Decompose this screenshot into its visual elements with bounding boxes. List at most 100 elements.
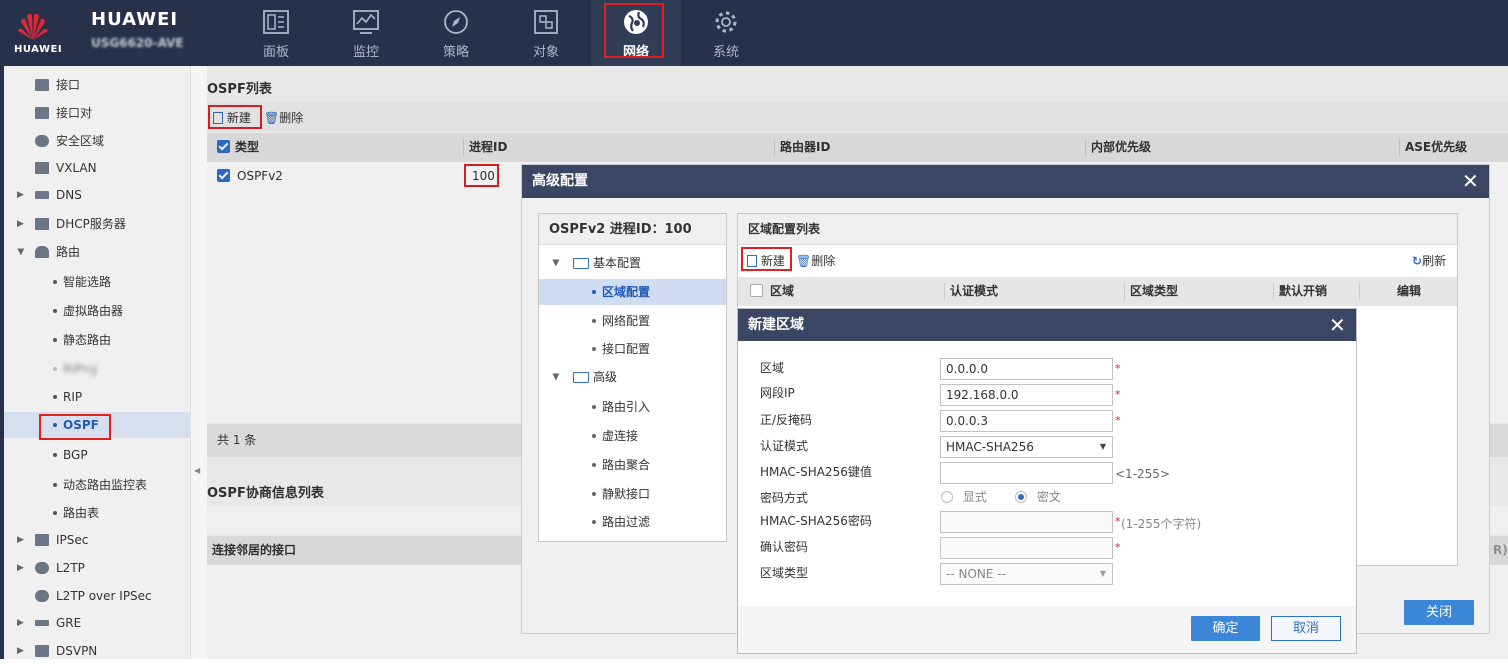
cancel-button[interactable]: 取消 xyxy=(1271,616,1341,641)
sidebar-item-static-route[interactable]: 静态路由 xyxy=(4,327,190,353)
bullet xyxy=(53,280,57,284)
highlight-box xyxy=(604,3,664,58)
sidebar-item-label: BGP xyxy=(63,448,88,462)
password-input[interactable] xyxy=(940,511,1113,533)
sidebar-item-rip[interactable]: RIP xyxy=(4,384,190,410)
tree-node-route-filter[interactable]: 路由过滤 xyxy=(539,509,726,535)
sidebar-item-dhcp[interactable]: ▶ DHCP服务器 xyxy=(4,211,190,237)
ok-button[interactable]: 确定 xyxy=(1191,616,1260,641)
key-id-input[interactable] xyxy=(940,462,1113,484)
expand-arrow-icon[interactable]: ▶ xyxy=(17,555,24,581)
sidebar-item-ripng[interactable]: RIPng xyxy=(4,356,190,382)
sidebar-item-vxlan[interactable]: VXLAN xyxy=(4,155,190,181)
close-icon[interactable]: ✕ xyxy=(1462,165,1479,198)
sidebar-item-label: GRE xyxy=(56,616,82,630)
nav-system[interactable]: 系统 xyxy=(681,0,771,66)
sidebar-item-routing-table[interactable]: 路由表 xyxy=(4,500,190,526)
close-button[interactable]: 关闭 xyxy=(1404,600,1474,625)
bullet xyxy=(592,463,596,467)
new-area-dialog: 新建区域 ✕ 区域 0.0.0.0 * 网段IP 192.168.0.0 * 正… xyxy=(737,308,1357,654)
area-type-select[interactable]: -- NONE -- ▼ xyxy=(940,563,1113,585)
nav-label: 策略 xyxy=(442,45,469,60)
bullet xyxy=(53,367,57,371)
nav-monitor[interactable]: 监控 xyxy=(321,0,411,66)
refresh-label: 刷新 xyxy=(1422,254,1447,268)
tree-node-label: 区域配置 xyxy=(602,285,651,299)
tree-node-route-import[interactable]: 路由引入 xyxy=(539,394,726,420)
select-all-checkbox[interactable] xyxy=(750,277,763,306)
auth-mode-select[interactable]: HMAC-SHA256 ▼ xyxy=(940,436,1113,458)
area-table-header: 区域 认证模式 区域类型 默认开销 编辑 xyxy=(738,277,1457,306)
network-ip-label: 网段IP xyxy=(760,386,795,400)
gear-icon xyxy=(715,11,737,33)
collapse-left-icon[interactable]: ◀ xyxy=(194,466,200,475)
area-delete-button[interactable]: 🗑删除 xyxy=(796,252,835,269)
sidebar-item-interface-pair[interactable]: 接口对 xyxy=(4,100,190,126)
brand-name: HUAWEI xyxy=(91,9,179,30)
trash-icon: 🗑 xyxy=(796,254,812,268)
dialog-title: 新建区域 xyxy=(748,317,804,333)
column-edit: 编辑 xyxy=(1397,284,1422,298)
tree-node-label: 网络配置 xyxy=(602,314,651,328)
sidebar-item-l2tp-over-ipsec[interactable]: L2TP over IPSec xyxy=(4,583,190,609)
sidebar-collapse-handle[interactable]: ◀ xyxy=(190,66,207,659)
area-input[interactable]: 0.0.0.0 xyxy=(940,358,1113,380)
mask-input[interactable]: 0.0.0.3 xyxy=(940,410,1113,432)
password-label: HMAC-SHA256密码 xyxy=(760,514,872,528)
sidebar-item-routing[interactable]: ▶ 路由 xyxy=(4,239,190,265)
sidebar-item-bgp[interactable]: BGP xyxy=(4,442,190,468)
sidebar-item-security-zone[interactable]: 安全区域 xyxy=(4,128,190,154)
sidebar-item-ipsec[interactable]: ▶ IPSec xyxy=(4,527,190,553)
tree-node-network-config[interactable]: 网络配置 xyxy=(539,308,726,334)
sidebar-item-dns[interactable]: ▶ DNS xyxy=(4,182,190,208)
security-zone-icon xyxy=(35,135,49,147)
network-ip-input[interactable]: 192.168.0.0 xyxy=(940,384,1113,406)
tree-node-area-config[interactable]: 区域配置 xyxy=(539,279,726,305)
tree-node-silent-interface[interactable]: 静默接口 xyxy=(539,481,726,507)
password-mode-cipher-radio[interactable]: 密文 xyxy=(1015,488,1061,505)
nav-dashboard[interactable]: 面板 xyxy=(231,0,321,66)
expand-arrow-icon[interactable]: ▶ xyxy=(17,182,24,208)
sidebar-item-dsvpn[interactable]: ▶ DSVPN xyxy=(4,638,190,664)
tree-node-route-aggregation[interactable]: 路由聚合 xyxy=(539,452,726,478)
sidebar-item-gre[interactable]: ▶ GRE xyxy=(4,610,190,636)
confirm-password-input[interactable] xyxy=(940,537,1113,559)
sidebar-item-l2tp[interactable]: ▶ L2TP xyxy=(4,555,190,581)
delete-label: 删除 xyxy=(811,254,836,268)
bullet xyxy=(592,434,596,438)
tree-folder-advanced[interactable]: ▶ 高级 xyxy=(539,364,726,390)
dsvpn-icon xyxy=(35,645,49,657)
auth-mode-label: 认证模式 xyxy=(760,439,809,453)
tree-node-virtual-link[interactable]: 虚连接 xyxy=(539,423,726,449)
sidebar-item-label: VXLAN xyxy=(56,161,97,175)
collapse-arrow-icon[interactable]: ▶ xyxy=(542,374,568,381)
col-divider xyxy=(1124,283,1125,300)
expand-arrow-icon[interactable]: ▶ xyxy=(17,211,24,237)
collapse-arrow-icon[interactable]: ▶ xyxy=(7,249,33,256)
sidebar-item-interface[interactable]: 接口 xyxy=(4,72,190,98)
config-tree-panel: OSPFv2 进程ID：100 ▶ 基本配置 区域配置 网络配置 接口配置 ▶ … xyxy=(538,213,727,542)
col-divider xyxy=(1273,283,1274,300)
dialog-title: 高级配置 xyxy=(532,173,588,189)
tree-node-interface-config[interactable]: 接口配置 xyxy=(539,336,726,362)
column-area: 区域 xyxy=(770,284,795,298)
collapse-arrow-icon[interactable]: ▶ xyxy=(542,260,568,267)
sidebar-item-dynamic-route-monitor[interactable]: 动态路由监控表 xyxy=(4,472,190,498)
expand-arrow-icon[interactable]: ▶ xyxy=(17,610,24,636)
bullet xyxy=(53,338,57,342)
nav-policy[interactable]: 策略 xyxy=(411,0,501,66)
bullet xyxy=(53,309,57,313)
required-mark: * xyxy=(1115,388,1121,401)
sidebar-item-smart-routing[interactable]: 智能选路 xyxy=(4,269,190,295)
nav-object[interactable]: 对象 xyxy=(501,0,591,66)
sidebar-item-virtual-router[interactable]: 虚拟路由器 xyxy=(4,298,190,324)
ipsec-icon xyxy=(35,534,49,546)
refresh-button[interactable]: ↻刷新 xyxy=(1412,252,1446,269)
expand-arrow-icon[interactable]: ▶ xyxy=(17,527,24,553)
close-icon[interactable]: ✕ xyxy=(1329,309,1346,341)
tree-folder-basic[interactable]: ▶ 基本配置 xyxy=(539,250,726,276)
radio-icon xyxy=(1015,491,1027,503)
expand-arrow-icon[interactable]: ▶ xyxy=(17,638,24,664)
tree-node-label: 虚连接 xyxy=(602,429,639,443)
password-mode-plain-radio[interactable]: 显式 xyxy=(941,488,987,505)
